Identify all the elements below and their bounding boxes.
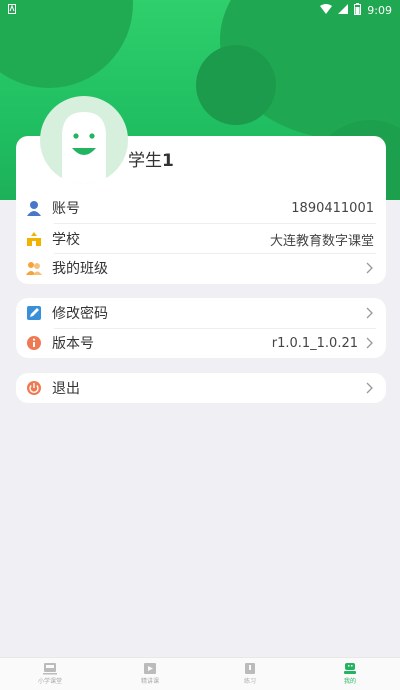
my-class-label: 我的班级 (52, 261, 108, 277)
tab-primary-class[interactable]: 小学课堂 (0, 663, 100, 685)
change-password-row[interactable]: 修改密码 (16, 298, 386, 328)
version-value: r1.0.1_1.0.21 (271, 335, 358, 351)
info-icon (26, 335, 42, 351)
logout-label: 退出 (52, 381, 80, 397)
power-icon (26, 380, 42, 396)
status-bar: 9:09 (0, 0, 400, 20)
chevron-right-icon (366, 307, 373, 319)
account-value: 1890411001 (291, 200, 374, 216)
my-class-row[interactable]: 我的班级 (16, 253, 386, 283)
tab-practice[interactable]: 练习 (200, 663, 300, 685)
school-label: 学校 (52, 232, 80, 248)
smiley-avatar-icon (62, 112, 106, 184)
wifi-icon (320, 3, 333, 17)
account-row[interactable]: 账号 1890411001 (16, 193, 386, 223)
logout-card: 退出 (16, 373, 386, 403)
classroom-icon (43, 663, 57, 675)
chevron-right-icon (366, 382, 373, 394)
settings-card: 修改密码 版本号 r1.0.1_1.0.21 (16, 298, 386, 358)
user-icon (26, 200, 42, 216)
notification-icon (8, 3, 16, 17)
tab-mine[interactable]: 我的 (300, 663, 400, 685)
video-icon (144, 663, 156, 674)
school-icon (26, 231, 42, 247)
edit-icon (26, 305, 42, 321)
account-label: 账号 (52, 201, 80, 217)
battery-icon (354, 2, 362, 18)
avatar[interactable] (40, 96, 128, 184)
practice-icon (245, 663, 255, 674)
decor-circle (196, 45, 276, 125)
version-label: 版本号 (52, 336, 94, 352)
bottom-tab-bar: 小学课堂 精讲课 练习 我的 (0, 657, 400, 690)
school-value: 大连教育数字课堂 (269, 233, 374, 249)
logout-row[interactable]: 退出 (16, 373, 386, 403)
profile-icon (344, 663, 356, 674)
group-icon (26, 260, 42, 276)
chevron-right-icon (366, 337, 373, 349)
user-name: 学生1 (128, 151, 174, 171)
tab-lecture[interactable]: 精讲课 (100, 663, 200, 685)
change-password-label: 修改密码 (52, 306, 108, 322)
version-row[interactable]: 版本号 r1.0.1_1.0.21 (16, 328, 386, 358)
signal-icon (338, 3, 349, 17)
status-time: 9:09 (367, 3, 392, 17)
chevron-right-icon (366, 262, 373, 274)
school-row[interactable]: 学校 大连教育数字课堂 (16, 224, 386, 254)
